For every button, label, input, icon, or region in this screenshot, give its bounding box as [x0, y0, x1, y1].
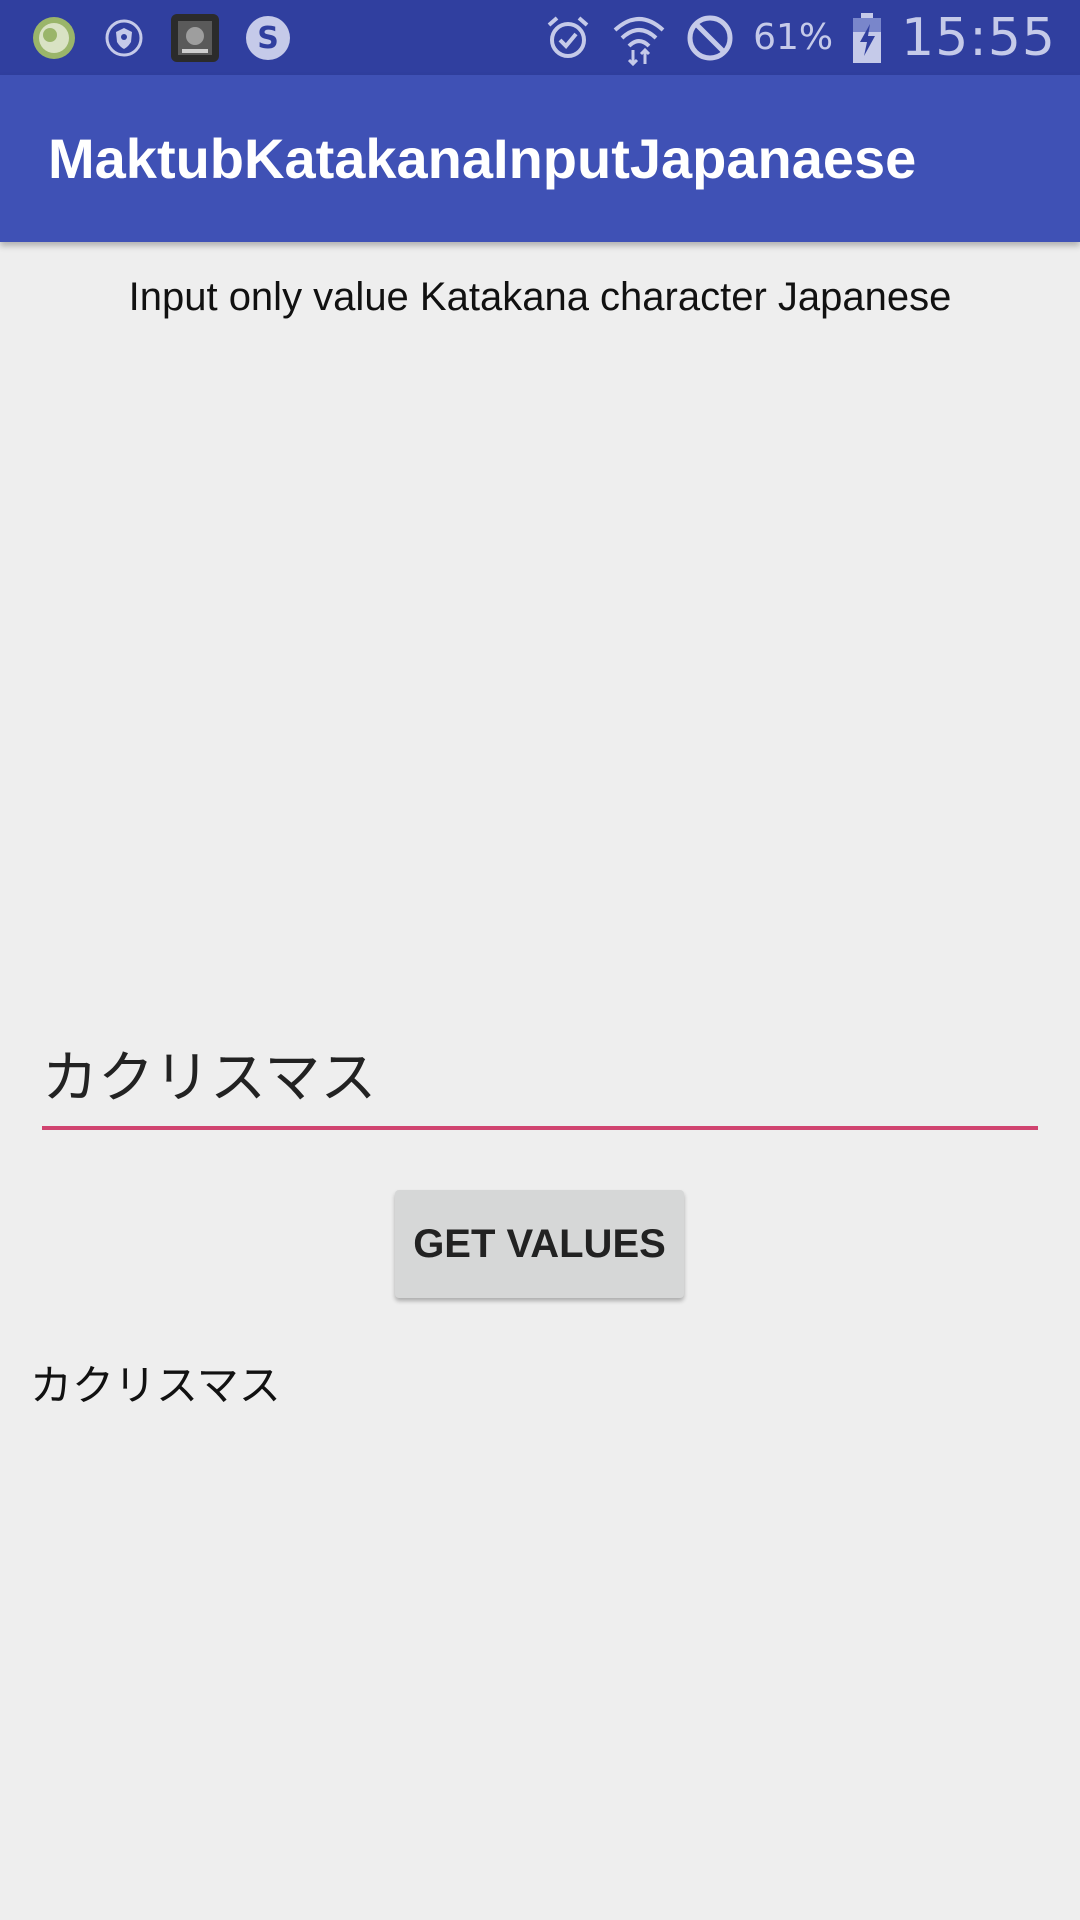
system-icons: 61% 15:55	[543, 0, 1056, 75]
app-title: MaktubKatakanaInputJapanaese	[48, 127, 917, 190]
battery-percentage: 61%	[753, 17, 834, 58]
skype-icon: S	[242, 12, 294, 64]
notification-icons: S	[30, 10, 294, 65]
do-not-disturb-icon	[685, 13, 735, 63]
clock: 15:55	[901, 7, 1056, 68]
result-text: カクリスマス	[30, 1361, 281, 1410]
alarm-icon	[543, 13, 593, 63]
green-circle-app-icon	[30, 14, 78, 62]
instruction-text: Input only value Katakana character Japa…	[128, 275, 952, 319]
katakana-input[interactable]	[42, 1020, 1038, 1130]
get-values-button[interactable]: GET VALUES	[395, 1190, 684, 1298]
status-bar: S 61% 15:55	[0, 0, 1080, 75]
app-bar: MaktubKatakanaInputJapanaese	[0, 75, 1080, 242]
wifi-icon	[611, 10, 667, 66]
svg-text:S: S	[257, 21, 279, 56]
shield-app-icon	[100, 14, 148, 62]
photo-app-icon	[170, 13, 220, 63]
battery-charging-icon	[851, 12, 883, 64]
